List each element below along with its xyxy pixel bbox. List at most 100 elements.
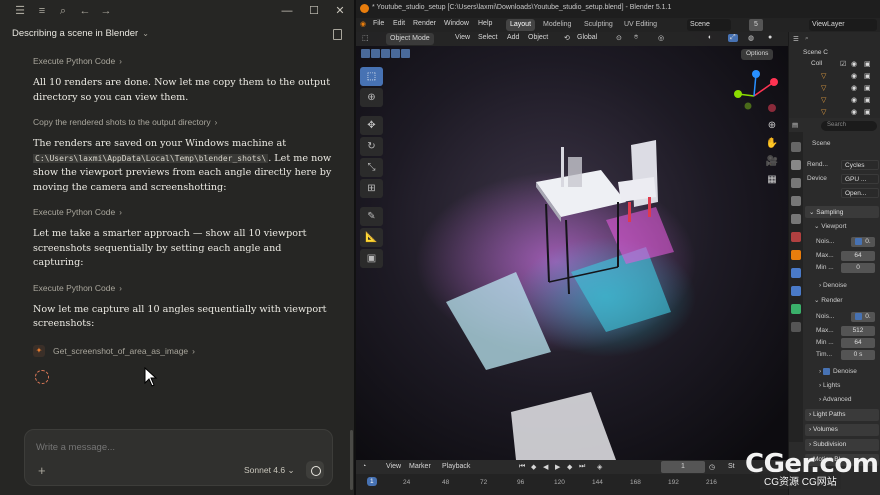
render-tab-icon[interactable] [791, 160, 801, 170]
object-tab-icon[interactable] [791, 250, 801, 260]
pivot-icon[interactable]: ⊙ [616, 34, 622, 42]
play-icon[interactable]: ▶ [555, 463, 560, 471]
mesh-object-icon[interactable]: ▽ [821, 96, 826, 104]
zoom-icon[interactable]: ⊕ [765, 119, 779, 133]
menu-edit[interactable]: Edit [393, 20, 405, 27]
jump-start-icon[interactable]: ⏮ [519, 463, 525, 471]
select-subtract-icon[interactable] [381, 49, 390, 58]
clock-icon[interactable]: ◷ [709, 463, 715, 471]
maximize-icon[interactable]: ☐ [307, 4, 321, 18]
world-tab-icon[interactable] [791, 232, 801, 242]
timeline-menu-playback[interactable]: Playback [442, 463, 470, 470]
sampling-panel[interactable]: ⌄ Sampling [805, 206, 879, 218]
menu-help[interactable]: Help [478, 20, 492, 27]
viewport-menu-view[interactable]: View [455, 34, 470, 41]
cursor-tool-icon[interactable]: ⊕ [360, 88, 383, 107]
viewport-menu-add[interactable]: Add [507, 34, 519, 41]
scrollbar[interactable] [350, 430, 353, 490]
render-noise-field[interactable]: 0. [851, 312, 875, 322]
model-selector[interactable]: Sonnet 4.6 ⌄ [244, 465, 295, 476]
select-intersect-icon[interactable] [401, 49, 410, 58]
eye-icon[interactable]: ◉ [851, 72, 857, 80]
render-min-samples-field[interactable]: 64 [841, 338, 875, 348]
scene-tab-icon[interactable] [791, 214, 801, 224]
modifier-tab-icon[interactable] [791, 268, 801, 278]
menu-file[interactable]: File [373, 20, 384, 27]
measure-tool-icon[interactable]: 📐 [360, 228, 383, 247]
visibility-icon[interactable]: ◐ [708, 34, 712, 41]
constraints-tab-icon[interactable] [791, 304, 801, 314]
tab-uv-editing[interactable]: UV Editing [620, 19, 661, 31]
checkbox-icon[interactable]: ☑ [840, 60, 846, 68]
jump-end-icon[interactable]: ⏭ [579, 463, 585, 471]
keying-icon[interactable]: ◈ [597, 463, 602, 471]
scene-count[interactable]: 5 [749, 19, 763, 31]
timeline-menu-marker[interactable]: Marker [409, 463, 431, 470]
volumes-panel[interactable]: › Volumes [805, 424, 879, 436]
camera-icon[interactable]: ▣ [864, 60, 871, 68]
add-attachment-icon[interactable]: + [38, 463, 46, 478]
output-tab-icon[interactable] [791, 178, 801, 188]
shading-mode-icon[interactable]: ● [768, 34, 772, 41]
properties-search[interactable]: Search [821, 121, 877, 131]
select-invert-icon[interactable] [391, 49, 400, 58]
gizmo-toggle-icon[interactable]: ⤢ [728, 34, 738, 42]
render-engine-dropdown[interactable]: Cycles [841, 160, 879, 170]
outliner-filter-icon[interactable]: ⌕ [805, 35, 880, 45]
camera-view-icon[interactable]: 🎥 [765, 155, 779, 169]
proportional-edit-icon[interactable]: ◎ [658, 34, 664, 42]
eye-icon[interactable]: ◉ [851, 60, 857, 68]
viewport-min-samples-field[interactable]: 0 [841, 263, 875, 273]
view-layer-selector[interactable]: ViewLayer [809, 19, 877, 31]
camera-icon[interactable]: ▣ [864, 72, 871, 80]
light-object-icon[interactable]: ▽ [821, 72, 826, 80]
editor-type-icon[interactable]: ⬚ [362, 34, 369, 42]
menu-render[interactable]: Render [413, 20, 436, 27]
timeline-editor-type-icon[interactable]: ◔ [362, 463, 366, 470]
navigation-gizmo[interactable] [728, 70, 784, 120]
rotate-tool-icon[interactable]: ↻ [360, 137, 383, 156]
viewport-subpanel[interactable]: ⌄ Viewport [814, 222, 846, 230]
timeline-menu-view[interactable]: View [386, 463, 401, 470]
properties-type-icon[interactable]: ▤ [792, 121, 798, 129]
play-reverse-icon[interactable]: ◀ [543, 463, 548, 471]
viewport-menu-select[interactable]: Select [478, 34, 497, 41]
pan-hand-icon[interactable]: ✋ [765, 137, 779, 151]
forward-arrow-icon[interactable]: → [100, 5, 112, 17]
perspective-toggle-icon[interactable]: ▦ [765, 173, 779, 187]
mesh-object-icon[interactable]: ▽ [821, 84, 826, 92]
tool-call-row[interactable]: Execute Python Code › [33, 56, 333, 68]
eye-icon[interactable]: ◉ [851, 108, 857, 116]
add-cube-tool-icon[interactable]: ▣ [360, 249, 383, 268]
prev-keyframe-icon[interactable]: ◆ [531, 463, 536, 471]
start-frame-label[interactable]: St [728, 463, 735, 470]
device-dropdown[interactable]: GPU ... [841, 174, 879, 184]
tab-sculpting[interactable]: Sculpting [580, 19, 617, 31]
message-input[interactable] [36, 442, 316, 453]
current-frame-field[interactable]: 1 [661, 461, 705, 473]
scale-tool-icon[interactable]: ⤡ [360, 158, 383, 177]
minimize-icon[interactable]: — [280, 4, 294, 18]
tool-call-row[interactable]: Copy the rendered shots to the output di… [33, 117, 333, 129]
3d-viewport[interactable] [356, 32, 788, 460]
select-box-tool-icon[interactable]: ⬚ [360, 67, 383, 86]
outliner-row-scene-collection[interactable]: Scene C [803, 49, 880, 59]
eye-icon[interactable]: ◉ [851, 84, 857, 92]
blender-menu-icon[interactable]: ◉ [360, 20, 366, 28]
eye-icon[interactable]: ◉ [851, 96, 857, 104]
tool-tab-icon[interactable] [791, 142, 801, 152]
data-tab-icon[interactable] [791, 322, 801, 332]
viewport-max-samples-field[interactable]: 64 [841, 251, 875, 261]
view-layer-tab-icon[interactable] [791, 196, 801, 206]
select-new-icon[interactable] [361, 49, 370, 58]
render-subpanel[interactable]: ⌄ Render [814, 296, 843, 304]
frame-ruler[interactable]: 1 24 48 72 96 120 144 168 192 216 [356, 477, 788, 491]
document-icon[interactable] [333, 29, 342, 40]
transform-orientation-icon[interactable]: ⟲ [564, 34, 570, 42]
move-tool-icon[interactable]: ✥ [360, 116, 383, 135]
tool-call-row[interactable]: Execute Python Code › [33, 207, 333, 219]
tool-call-row[interactable]: Execute Python Code › [33, 283, 333, 295]
camera-icon[interactable]: ▣ [864, 108, 871, 116]
mesh-object-icon[interactable]: ▽ [821, 108, 826, 116]
panel-toggle-icon[interactable]: ≡ [36, 5, 48, 17]
